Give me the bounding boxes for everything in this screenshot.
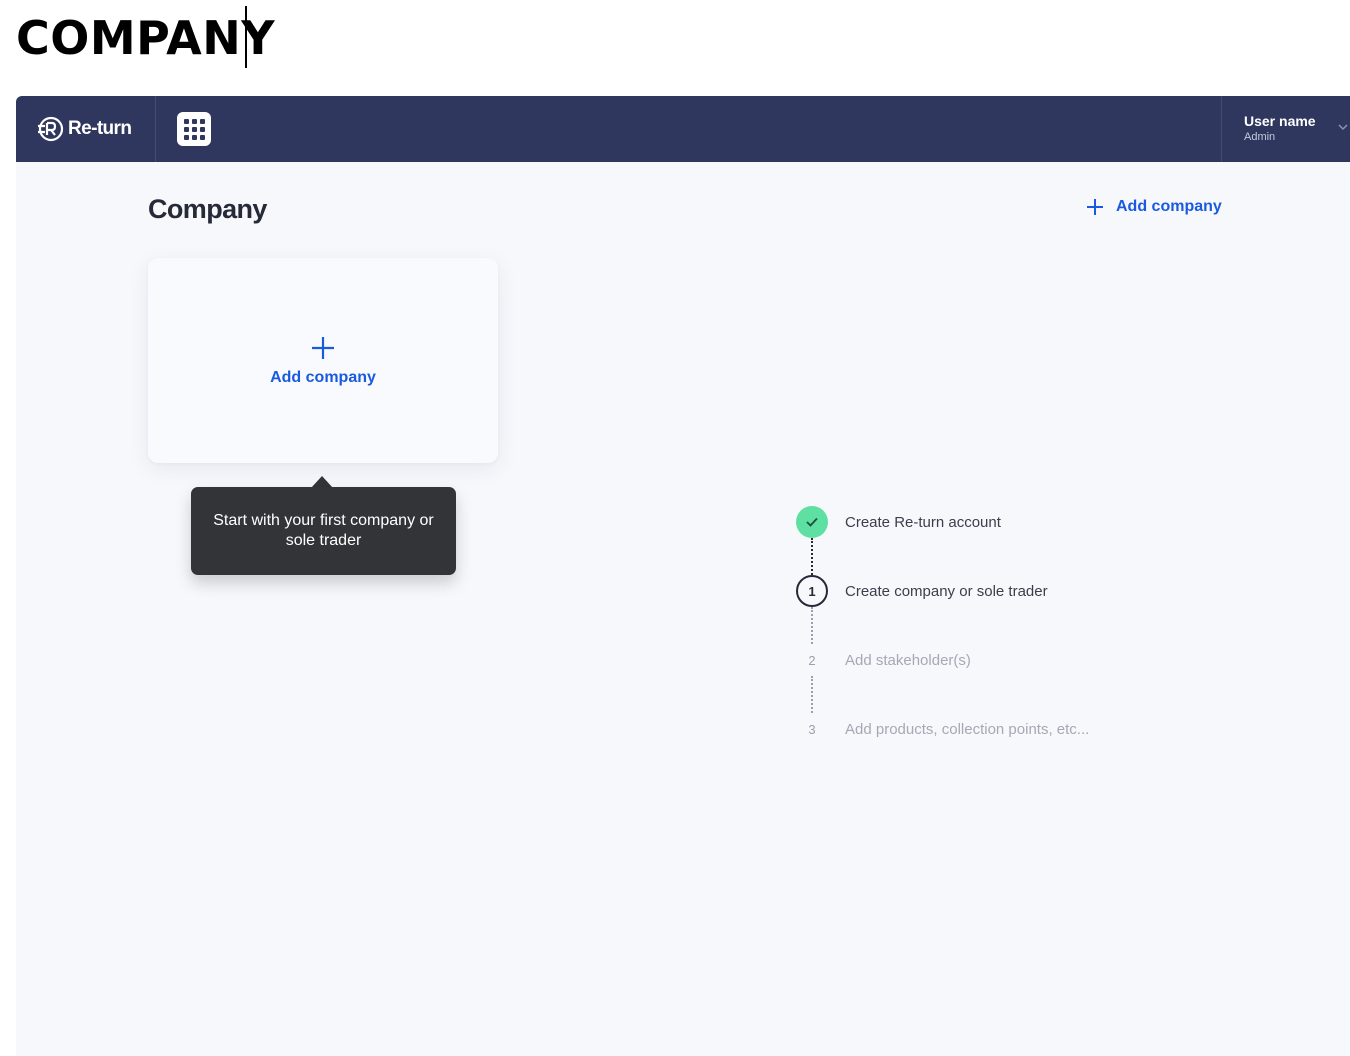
step-label: Add stakeholder(s) [845,651,971,669]
brand-logo-link[interactable]: Re-turn [16,96,156,162]
step-number: 1 [796,575,828,607]
add-company-button[interactable]: Add company [1086,198,1222,216]
document-heading: COMPANY [16,11,276,65]
onboarding-tooltip: Start with your first company or sole tr… [191,487,456,575]
top-navigation-bar: Re-turn User name Admin [16,96,1350,162]
text-cursor [245,6,247,68]
step-complete-marker [796,506,828,538]
add-company-label: Add company [1116,198,1222,215]
page-title: Company [148,194,267,224]
step-connector [811,538,813,575]
apps-grid-button[interactable] [177,112,211,146]
step-create-company: 1 Create company or sole trader [796,575,1048,607]
add-company-card-label: Add company [270,368,376,386]
step-label: Add products, collection points, etc... [845,720,1090,738]
brand-name: Re-turn [68,118,132,139]
step-add-stakeholders: 2 Add stakeholder(s) [796,644,971,676]
step-connector [811,676,813,713]
step-label: Create Re-turn account [845,513,1001,531]
apps-grid-icon [183,118,189,124]
step-label: Create company or sole trader [845,582,1048,600]
plus-icon [1087,199,1103,215]
step-number: 3 [796,713,828,745]
user-menu[interactable]: User name Admin [1221,96,1350,162]
onboarding-stepper: Create Re-turn account 1 Create company … [796,506,1116,746]
chevron-down-icon [1338,124,1348,131]
check-icon [806,517,818,527]
step-create-account: Create Re-turn account [796,506,1001,538]
app-window: Re-turn User name Admin Company Add comp… [16,96,1350,1056]
return-logo-icon [38,116,64,142]
step-add-products: 3 Add products, collection points, etc..… [796,713,1089,745]
step-connector [811,607,813,644]
add-company-card[interactable]: Add company [148,258,498,463]
plus-icon [312,336,334,359]
user-name: User name [1244,113,1316,129]
user-role: Admin [1244,131,1276,143]
step-number: 2 [796,644,828,676]
